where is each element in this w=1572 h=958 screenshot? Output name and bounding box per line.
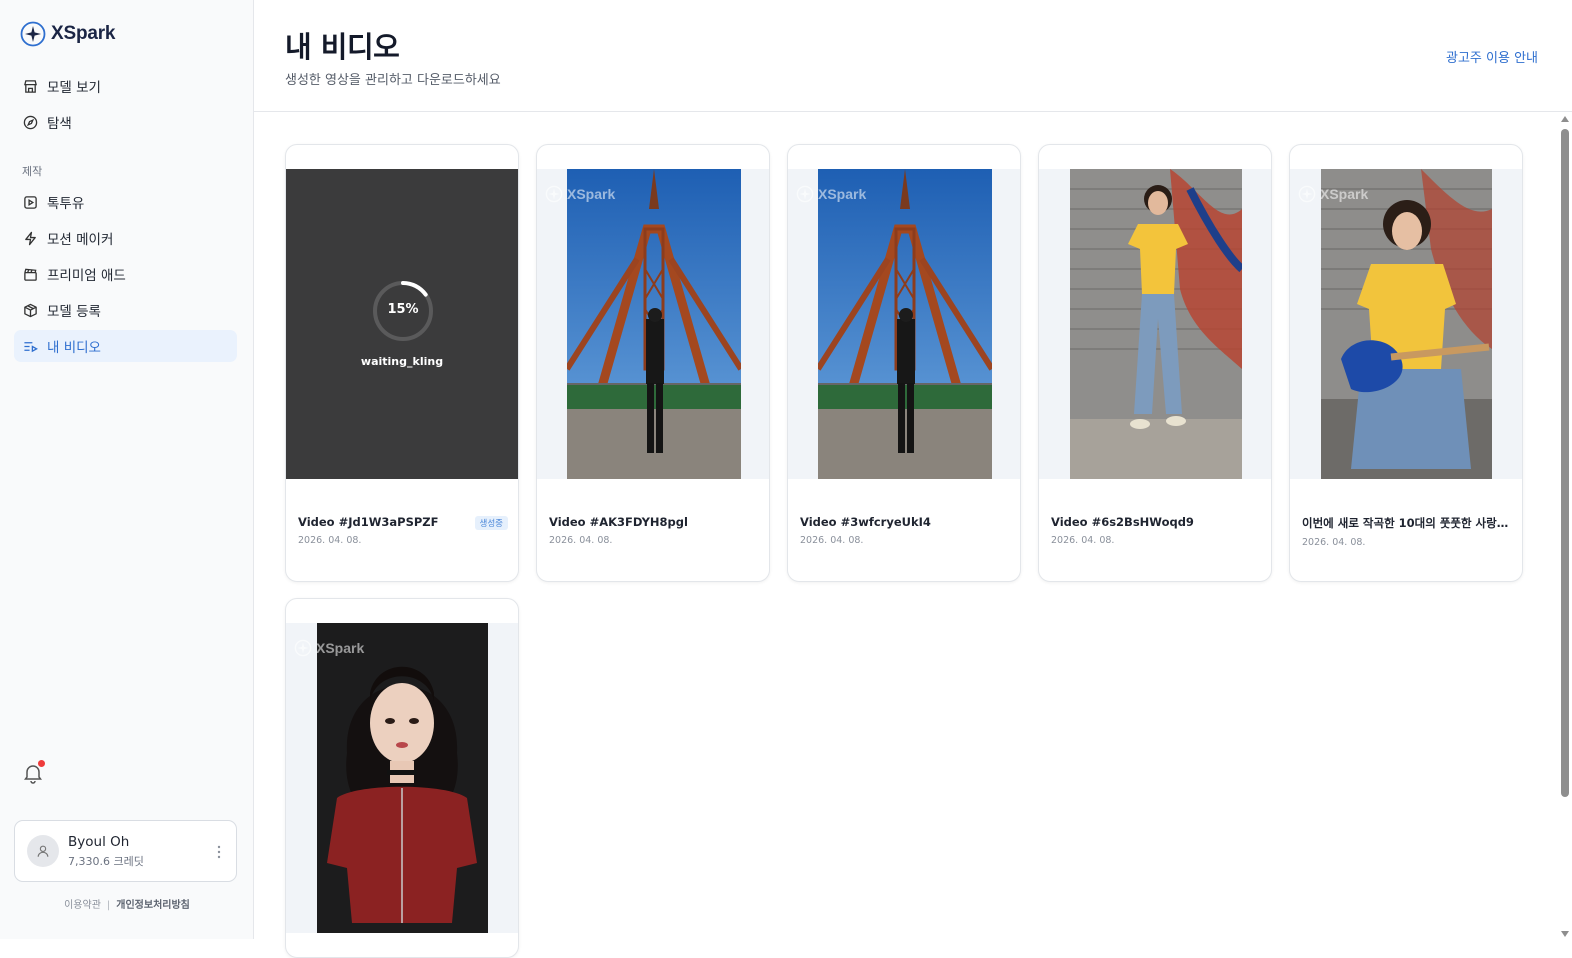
dancer-photo [1070, 169, 1242, 479]
sidebar-item-explore[interactable]: 탐색 [14, 106, 237, 138]
sidebar-item-model-register[interactable]: 모델 등록 [14, 294, 237, 326]
user-icon [37, 845, 49, 857]
play-square-icon [22, 194, 38, 210]
sidebar-item-motion-maker[interactable]: 모션 메이커 [14, 222, 237, 254]
sidebar: XSpark 모델 보기 탐색 제작 톡투유 모션 메이커 프리미엄 애드 모델… [0, 0, 254, 939]
video-card[interactable]: XSpark 이번에 새로 작곡한 10대의 풋풋한 사랑을 담은 노래 202… [1289, 144, 1523, 582]
notification-dot [38, 760, 45, 767]
video-card[interactable]: XSpark Video #AK3FDYH8pgl 2026. 04. 08. [536, 144, 770, 582]
compass-icon [22, 114, 38, 130]
video-card[interactable]: XSpark Video #3wfcryeUkI4 2026. 04. 08. [787, 144, 1021, 582]
video-thumbnail: XSpark [286, 623, 518, 933]
video-thumbnail: XSpark [1290, 169, 1522, 479]
sidebar-item-talk-to-you[interactable]: 톡투유 [14, 186, 237, 218]
video-title: 이번에 새로 작곡한 10대의 풋풋한 사랑을 담은 노래 [1302, 516, 1512, 530]
footer-separator: | [106, 900, 111, 911]
clapperboard-icon [22, 266, 38, 282]
sidebar-item-label: 모델 보기 [47, 80, 101, 96]
sidebar-item-label: 모션 메이커 [47, 232, 114, 248]
tower-photo [567, 169, 741, 479]
sidebar-item-my-videos[interactable]: 내 비디오 [14, 330, 237, 362]
video-info: Video #3wfcryeUkI4 2026. 04. 08. [800, 515, 1010, 546]
video-date: 2026. 04. 08. [298, 535, 362, 546]
video-info: Video #6s2BsHWoqd9 2026. 04. 08. [1051, 515, 1261, 546]
watermark-text: XSpark [316, 640, 365, 656]
watermark-text: XSpark [818, 186, 867, 202]
video-date: 2026. 04. 08. [1051, 535, 1115, 546]
video-date: 2026. 04. 08. [549, 535, 613, 546]
guitar-photo [1321, 169, 1492, 479]
progress-percent: 15% [387, 302, 419, 317]
more-vertical-icon[interactable] [216, 843, 222, 861]
xspark-logo-icon [20, 21, 46, 47]
scrollbar-thumb[interactable] [1561, 129, 1569, 797]
scroll-down-arrow-icon[interactable] [1561, 931, 1569, 937]
sidebar-section-label: 제작 [22, 165, 43, 178]
video-title: Video #6s2BsHWoqd9 [1051, 515, 1194, 529]
xspark-watermark-icon [545, 185, 563, 203]
watermark: XSpark [1298, 185, 1368, 203]
status-badge: 생성중 [474, 516, 508, 530]
page-header: 내 비디오 생성한 영상을 관리하고 다운로드하세요 광고주 이용 안내 [254, 0, 1572, 112]
sidebar-item-label: 탐색 [47, 116, 72, 132]
store-icon [22, 78, 38, 94]
scroll-up-arrow-icon[interactable] [1561, 116, 1569, 122]
page-title: 내 비디오 [285, 30, 400, 64]
sidebar-item-label: 톡투유 [47, 196, 85, 212]
xspark-watermark-icon [796, 185, 814, 203]
video-card[interactable]: 15% waiting_kling Video #Jd1W3aPSPZF 202… [285, 144, 519, 582]
brand-logo[interactable]: XSpark [20, 21, 115, 47]
portrait-photo [317, 623, 488, 933]
video-date: 2026. 04. 08. [1302, 537, 1366, 548]
video-info: 이번에 새로 작곡한 10대의 풋풋한 사랑을 담은 노래 2026. 04. … [1302, 515, 1512, 548]
sidebar-item-label: 프리미엄 애드 [47, 268, 126, 284]
watermark-text: XSpark [567, 186, 616, 202]
video-info: Video #AK3FDYH8pgl 2026. 04. 08. [549, 515, 759, 546]
video-date: 2026. 04. 08. [800, 535, 864, 546]
privacy-link[interactable]: 개인정보처리방침 [116, 900, 190, 911]
avatar [27, 835, 59, 867]
sidebar-item-premium-ad[interactable]: 프리미엄 애드 [14, 258, 237, 290]
brand-name: XSpark [51, 23, 116, 44]
footer-links: 이용약관 | 개인정보처리방침 [0, 896, 254, 911]
video-title: Video #AK3FDYH8pgl [549, 515, 688, 529]
xspark-watermark-icon [1298, 185, 1316, 203]
video-title: Video #3wfcryeUkI4 [800, 515, 931, 529]
advertiser-guide-link[interactable]: 광고주 이용 안내 [1446, 47, 1538, 66]
sidebar-item-label: 내 비디오 [47, 340, 101, 356]
user-profile-card[interactable]: Byoul Oh 7,330.6 크레딧 [14, 820, 237, 882]
user-name: Byoul Oh [68, 833, 130, 850]
video-thumbnail [1039, 169, 1271, 479]
user-credits: 7,330.6 크레딧 [68, 854, 144, 868]
terms-link[interactable]: 이용약관 [64, 900, 101, 911]
sidebar-item-label: 모델 등록 [47, 304, 101, 320]
watermark-text: XSpark [1320, 186, 1369, 202]
watermark: XSpark [294, 639, 364, 657]
generation-status: waiting_kling [360, 355, 444, 368]
main-content: 내 비디오 생성한 영상을 관리하고 다운로드하세요 광고주 이용 안내 15%… [254, 0, 1572, 958]
scrollbar[interactable] [1558, 112, 1572, 939]
xspark-watermark-icon [294, 639, 312, 657]
video-thumbnail: XSpark [788, 169, 1020, 479]
video-card[interactable]: XSpark [285, 598, 519, 958]
video-thumbnail: XSpark [537, 169, 769, 479]
video-info: Video #Jd1W3aPSPZF 2026. 04. 08. 생성중 [298, 515, 508, 546]
page-subtitle: 생성한 영상을 관리하고 다운로드하세요 [285, 73, 501, 88]
sidebar-item-models[interactable]: 모델 보기 [14, 70, 237, 102]
video-list-icon [22, 338, 38, 354]
package-icon [22, 302, 38, 318]
lightning-icon [22, 230, 38, 246]
watermark: XSpark [545, 185, 615, 203]
watermark: XSpark [796, 185, 866, 203]
generating-placeholder: 15% waiting_kling [286, 169, 518, 479]
video-card[interactable]: Video #6s2BsHWoqd9 2026. 04. 08. [1038, 144, 1272, 582]
video-thumbnail: 15% waiting_kling [286, 169, 518, 479]
tower-photo [818, 169, 992, 479]
